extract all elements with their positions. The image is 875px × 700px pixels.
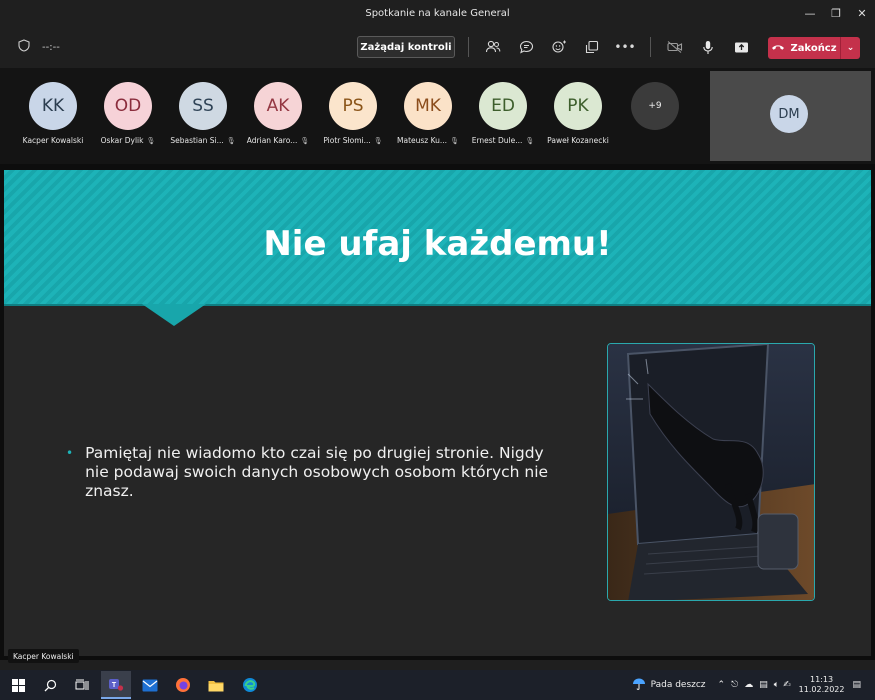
edge-browser-icon[interactable] — [240, 675, 260, 695]
volume-icon[interactable]: 🔈︎ — [774, 680, 779, 690]
system-tray: Pada deszcz ⌃ ⎋ ☁ ▤ 🔈︎ ✍︎ 11:13 11.02.20… — [632, 670, 875, 700]
participant-name: Piotr Słomi... 🎙︎ — [323, 136, 383, 145]
search-icon[interactable] — [40, 675, 60, 695]
bullet-text: Pamiętaj nie wiadomo kto czai się po dru… — [85, 444, 549, 500]
toolbar-divider — [650, 37, 651, 57]
avatar: ED — [479, 82, 527, 130]
phone-hangup-icon — [771, 43, 785, 54]
chevron-up-icon[interactable]: ⌃ — [718, 680, 726, 690]
participant-tile[interactable]: SS Sebastian Si... 🎙︎ — [165, 82, 241, 145]
request-control-button[interactable]: Zażądaj kontroli — [357, 36, 455, 58]
mic-off-icon: 🎙︎ — [450, 136, 459, 145]
avatar: OD — [104, 82, 152, 130]
weather-label[interactable]: Pada deszcz — [651, 680, 706, 690]
mic-off-icon: 🎙︎ — [300, 136, 310, 145]
end-call-button[interactable]: Zakończ ⌄ — [768, 37, 860, 59]
participants-strip: KK Kacper Kowalski OD Oskar Dylik 🎙︎ SS S… — [0, 68, 875, 164]
shield-icon — [18, 39, 30, 55]
windows-start-icon[interactable] — [8, 675, 28, 695]
meeting-toolbar: --:-- Zażądaj kontroli ••• Zakończ ⌄ — [0, 26, 875, 68]
language-indicator-icon[interactable]: ✍︎ — [783, 680, 791, 690]
avatar: KK — [29, 82, 77, 130]
shared-content-stage: Nie ufaj każdemu! • Pamiętaj nie wiadomo… — [0, 164, 875, 663]
chevron-down-icon[interactable]: ⌄ — [840, 37, 860, 59]
microphone-icon[interactable] — [700, 39, 716, 55]
minimize-icon[interactable]: — — [797, 0, 823, 26]
mic-off-icon: 🎙︎ — [373, 136, 383, 145]
avatar: MK — [404, 82, 452, 130]
toolbar-divider — [468, 37, 469, 57]
slide-title: Nie ufaj każdemu! — [263, 224, 612, 264]
participant-tile[interactable]: OD Oskar Dylik 🎙︎ — [90, 82, 166, 145]
maximize-icon[interactable]: ❐ — [823, 0, 849, 26]
avatar: SS — [179, 82, 227, 130]
more-participants-button[interactable]: +9 — [631, 82, 679, 130]
cloud-icon[interactable]: ☁ — [744, 680, 753, 690]
self-avatar: DM — [770, 95, 808, 133]
share-screen-icon[interactable] — [733, 39, 749, 55]
svg-text:T: T — [112, 682, 117, 689]
window-title: Spotkanie na kanale General — [365, 7, 510, 19]
avatar: AK — [254, 82, 302, 130]
participant-tile[interactable]: PS Piotr Słomi... 🎙︎ — [315, 82, 391, 145]
firefox-icon[interactable] — [173, 675, 193, 695]
participant-name: Kacper Kowalski — [22, 136, 84, 145]
file-explorer-icon[interactable] — [206, 675, 226, 695]
mail-app-icon[interactable] — [140, 675, 160, 695]
avatar: PK — [554, 82, 602, 130]
participant-name: Sebastian Si... 🎙︎ — [170, 136, 236, 145]
window-controls: — ❐ ✕ — [797, 0, 875, 26]
participant-tile[interactable]: ED Ernest Dule... 🎙︎ — [465, 82, 541, 145]
task-view-icon[interactable] — [72, 675, 92, 695]
participant-tile[interactable]: KK Kacper Kowalski — [15, 82, 91, 145]
end-call-main[interactable]: Zakończ — [768, 43, 840, 54]
mic-off-icon: 🎙︎ — [525, 136, 535, 145]
reactions-icon[interactable] — [551, 39, 567, 55]
end-call-label: Zakończ — [790, 42, 837, 54]
slide-bullet: • Pamiętaj nie wiadomo kto czai się po d… — [66, 444, 566, 501]
banner-pointer — [142, 304, 206, 326]
window-titlebar: Spotkanie na kanale General — ❐ ✕ — [0, 0, 875, 26]
participant-name: Ernest Dule... 🎙︎ — [471, 136, 535, 145]
teams-app-icon[interactable]: T — [101, 671, 131, 699]
participant-tile[interactable]: PK Paweł Kozanecki — [540, 82, 616, 145]
meeting-info: --:-- — [18, 26, 60, 68]
notifications-icon[interactable]: ▤ — [852, 680, 861, 690]
participant-name: Adrian Karo... 🎙︎ — [246, 136, 310, 145]
people-icon[interactable] — [485, 39, 501, 55]
participant-name: Paweł Kozanecki — [547, 136, 609, 145]
more-options-icon[interactable]: ••• — [614, 39, 635, 55]
clock-time: 11:13 — [810, 675, 834, 684]
slide-image-hacker-glove — [607, 343, 815, 601]
share-tray-icon[interactable] — [584, 39, 600, 55]
network-icon[interactable]: ▤ — [759, 680, 768, 690]
meeting-timer: --:-- — [42, 41, 60, 53]
participant-tile[interactable]: MK Mateusz Ku... 🎙︎ — [390, 82, 466, 145]
bullet-dot-icon: • — [66, 446, 74, 460]
close-icon[interactable]: ✕ — [849, 0, 875, 26]
presentation-slide: Nie ufaj każdemu! • Pamiętaj nie wiadomo… — [4, 170, 871, 656]
self-video-tile[interactable]: DM — [710, 71, 871, 161]
participant-name: Oskar Dylik 🎙︎ — [100, 136, 156, 145]
mic-off-icon: 🎙︎ — [146, 136, 156, 145]
clock-date: 11.02.2022 — [798, 685, 845, 694]
participant-name: Mateusz Ku... 🎙︎ — [397, 136, 459, 145]
participant-tile[interactable]: AK Adrian Karo... 🎙︎ — [240, 82, 316, 145]
system-clock[interactable]: 11:13 11.02.2022 — [799, 675, 845, 695]
mic-off-icon: 🎙︎ — [226, 136, 236, 145]
camera-off-icon[interactable] — [667, 39, 683, 55]
presenter-name-tag: Kacper Kowalski — [8, 649, 79, 663]
chat-icon[interactable] — [518, 39, 534, 55]
avatar: PS — [329, 82, 377, 130]
windows-taskbar: T Pada deszcz ⌃ ⎋ ☁ ▤ 🔈︎ ✍︎ 11:13 11.02.… — [0, 670, 875, 700]
umbrella-rain-icon — [632, 677, 646, 694]
meet-now-icon[interactable]: ⎋ — [731, 680, 738, 690]
